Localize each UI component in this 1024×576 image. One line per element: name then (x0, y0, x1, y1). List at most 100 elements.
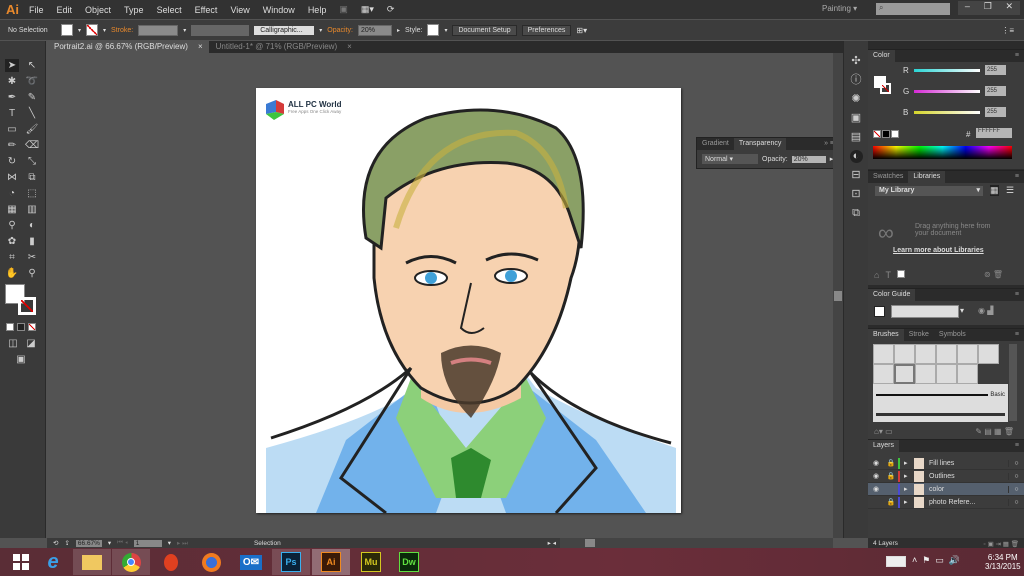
panel-menu-icon[interactable]: ≡ (1010, 440, 1024, 452)
menu-object[interactable]: Object (85, 5, 111, 15)
menu-file[interactable]: File (29, 5, 44, 15)
fill-swatch[interactable] (61, 24, 73, 36)
paintbrush-icon[interactable]: 🖌 (25, 123, 39, 136)
type-icon[interactable]: T (5, 107, 19, 120)
stroke-swatch[interactable] (880, 83, 891, 94)
clock[interactable]: 6:34 PM 3/13/2015 (985, 553, 1021, 571)
brush-item[interactable]: · (894, 364, 915, 384)
b-value[interactable]: 255 (985, 107, 1006, 117)
pathfinder-icon[interactable]: ⧉ (850, 207, 863, 220)
none-button[interactable] (28, 323, 36, 331)
line-icon[interactable]: ╲ (25, 107, 39, 120)
lock-icon[interactable]: 🔒 (884, 472, 898, 480)
layer-row[interactable]: ◉ ▸ color ○ (868, 483, 1024, 496)
black-swatch[interactable] (882, 130, 890, 138)
brush-item[interactable] (936, 364, 957, 384)
r-slider[interactable] (914, 69, 980, 72)
tab-brushes[interactable]: Brushes (868, 329, 904, 341)
brush-libraries-icon[interactable]: ⌂▾ ▭ (874, 427, 893, 436)
dropdown-arrow-icon[interactable]: ▾ (960, 306, 964, 315)
style-swatch[interactable] (427, 24, 440, 36)
expand-arrow-icon[interactable]: ▸ (904, 498, 914, 506)
library-dropdown[interactable]: My Library ▾ (875, 186, 983, 196)
scroll-thumb[interactable] (834, 291, 842, 301)
brush-actions-icons[interactable]: ✎ ▤ ▦ 🗑 (975, 427, 1014, 436)
rotate-icon[interactable]: ↻ (5, 155, 19, 168)
tab-transparency[interactable]: Transparency (733, 138, 787, 150)
outlook-icon[interactable]: O✉ (232, 549, 270, 575)
free-transform-icon[interactable]: ⧉ (25, 171, 39, 184)
menu-help[interactable]: Help (308, 5, 327, 15)
horizontal-scrollbar[interactable] (560, 538, 833, 548)
panel-menu-icon[interactable]: ≡ (1010, 171, 1024, 183)
tab-symbols[interactable]: Symbols (934, 329, 971, 341)
search-input[interactable]: ⌕ (876, 3, 950, 15)
menu-effect[interactable]: Effect (195, 5, 218, 15)
eyedropper-icon[interactable]: ⚲ (5, 219, 19, 232)
list-view-icon[interactable]: ☰ (1006, 185, 1014, 196)
lock-icon[interactable]: 🔒 (884, 498, 898, 506)
muse-taskbar-button[interactable]: Mu (352, 549, 390, 575)
illustrator-taskbar-button[interactable]: Ai (312, 549, 350, 575)
tab-untitled[interactable]: Untitled-1* @ 71% (RGB/Preview) × (209, 41, 358, 53)
firefox-icon[interactable] (192, 549, 230, 575)
rotate-view-icon[interactable]: ⟲ (53, 539, 58, 547)
gradient-icon[interactable]: ▥ (25, 203, 39, 216)
sync-icon[interactable]: ⊚ 🗑 (984, 270, 1003, 279)
share-icon[interactable]: ⇪ (64, 539, 69, 547)
pen-icon[interactable]: ✒ (5, 91, 19, 104)
hand-icon[interactable]: ✋ (5, 267, 19, 280)
menu-type[interactable]: Type (124, 5, 144, 15)
brush-dropdown[interactable]: Calligraphic... (254, 25, 315, 35)
zoom-field[interactable]: 66.67% (75, 539, 102, 547)
target-circle-icon[interactable]: ○ (1008, 472, 1024, 480)
basic-brush[interactable]: Basic (873, 384, 1008, 406)
brush-item[interactable] (915, 364, 936, 384)
workspace-switcher[interactable]: Painting ▾ (822, 4, 857, 13)
layer-actions-icons[interactable]: ◦ ▣ ⇥ ▦ 🗑 (983, 540, 1019, 548)
panel-menu-icon[interactable]: ≡ (1010, 289, 1024, 301)
harmony-rules-dropdown[interactable] (891, 305, 959, 318)
menu-view[interactable]: View (230, 5, 249, 15)
opacity-field[interactable]: 20% (357, 24, 392, 36)
expand-arrow-icon[interactable]: ▸ (904, 472, 914, 480)
brush-item[interactable]: ● (978, 344, 999, 364)
align-icon[interactable]: ⊟ (850, 169, 863, 182)
bridge-icon[interactable]: ▣ (339, 4, 348, 15)
layer-row[interactable]: ◉ 🔒 ▸ Fill lines ○ (868, 457, 1024, 470)
add-color-icon[interactable] (896, 270, 905, 278)
appearance-icon[interactable]: ✺ (850, 93, 863, 106)
brush-item[interactable]: ˈ (957, 344, 978, 364)
vertical-scrollbar[interactable] (833, 53, 843, 538)
target-circle-icon[interactable]: ○ (1008, 459, 1024, 467)
transform-icon[interactable]: ⊡ (850, 188, 863, 201)
preferences-button[interactable]: Preferences (521, 24, 572, 36)
stroke-color-box[interactable] (18, 297, 36, 315)
add-text-icon[interactable]: T (885, 270, 891, 280)
layer-name[interactable]: color (929, 486, 1008, 493)
brush-item[interactable] (957, 364, 978, 384)
close-button[interactable]: ✕ (1006, 1, 1014, 15)
tray-icons[interactable]: ˄⚑▭🔊 (912, 555, 965, 566)
internet-explorer-icon[interactable]: e (34, 549, 72, 575)
brush-item[interactable]: • (873, 344, 894, 364)
tab-swatches[interactable]: Swatches (868, 171, 908, 183)
selection-tool-icon[interactable]: ➤ (5, 59, 19, 72)
minimize-button[interactable]: – (965, 1, 970, 15)
width-icon[interactable]: ⋈ (5, 171, 19, 184)
stroke-label[interactable]: Stroke: (111, 27, 133, 34)
gradient-button[interactable] (17, 323, 25, 331)
artboard-icon[interactable]: ⌗ (5, 251, 19, 264)
dreamweaver-taskbar-button[interactable]: Dw (390, 549, 428, 575)
brush-item[interactable]: · (873, 364, 894, 384)
layer-name[interactable]: photo Refere... (929, 499, 1008, 506)
tab-portrait[interactable]: Portrait2.ai @ 66.67% (RGB/Preview) × (47, 41, 209, 53)
tab-stroke[interactable]: Stroke (904, 329, 934, 341)
curvature-icon[interactable]: ✎ (25, 91, 39, 104)
close-tab-icon[interactable]: × (198, 41, 203, 53)
opacity-field[interactable]: 20% (791, 155, 826, 163)
shape-builder-icon[interactable]: ◔ (5, 187, 19, 200)
gradient-icon[interactable]: ▤ (850, 131, 863, 144)
learn-more-link[interactable]: Learn more about Libraries (893, 247, 984, 254)
blend-icon[interactable]: ◐ (25, 219, 39, 232)
